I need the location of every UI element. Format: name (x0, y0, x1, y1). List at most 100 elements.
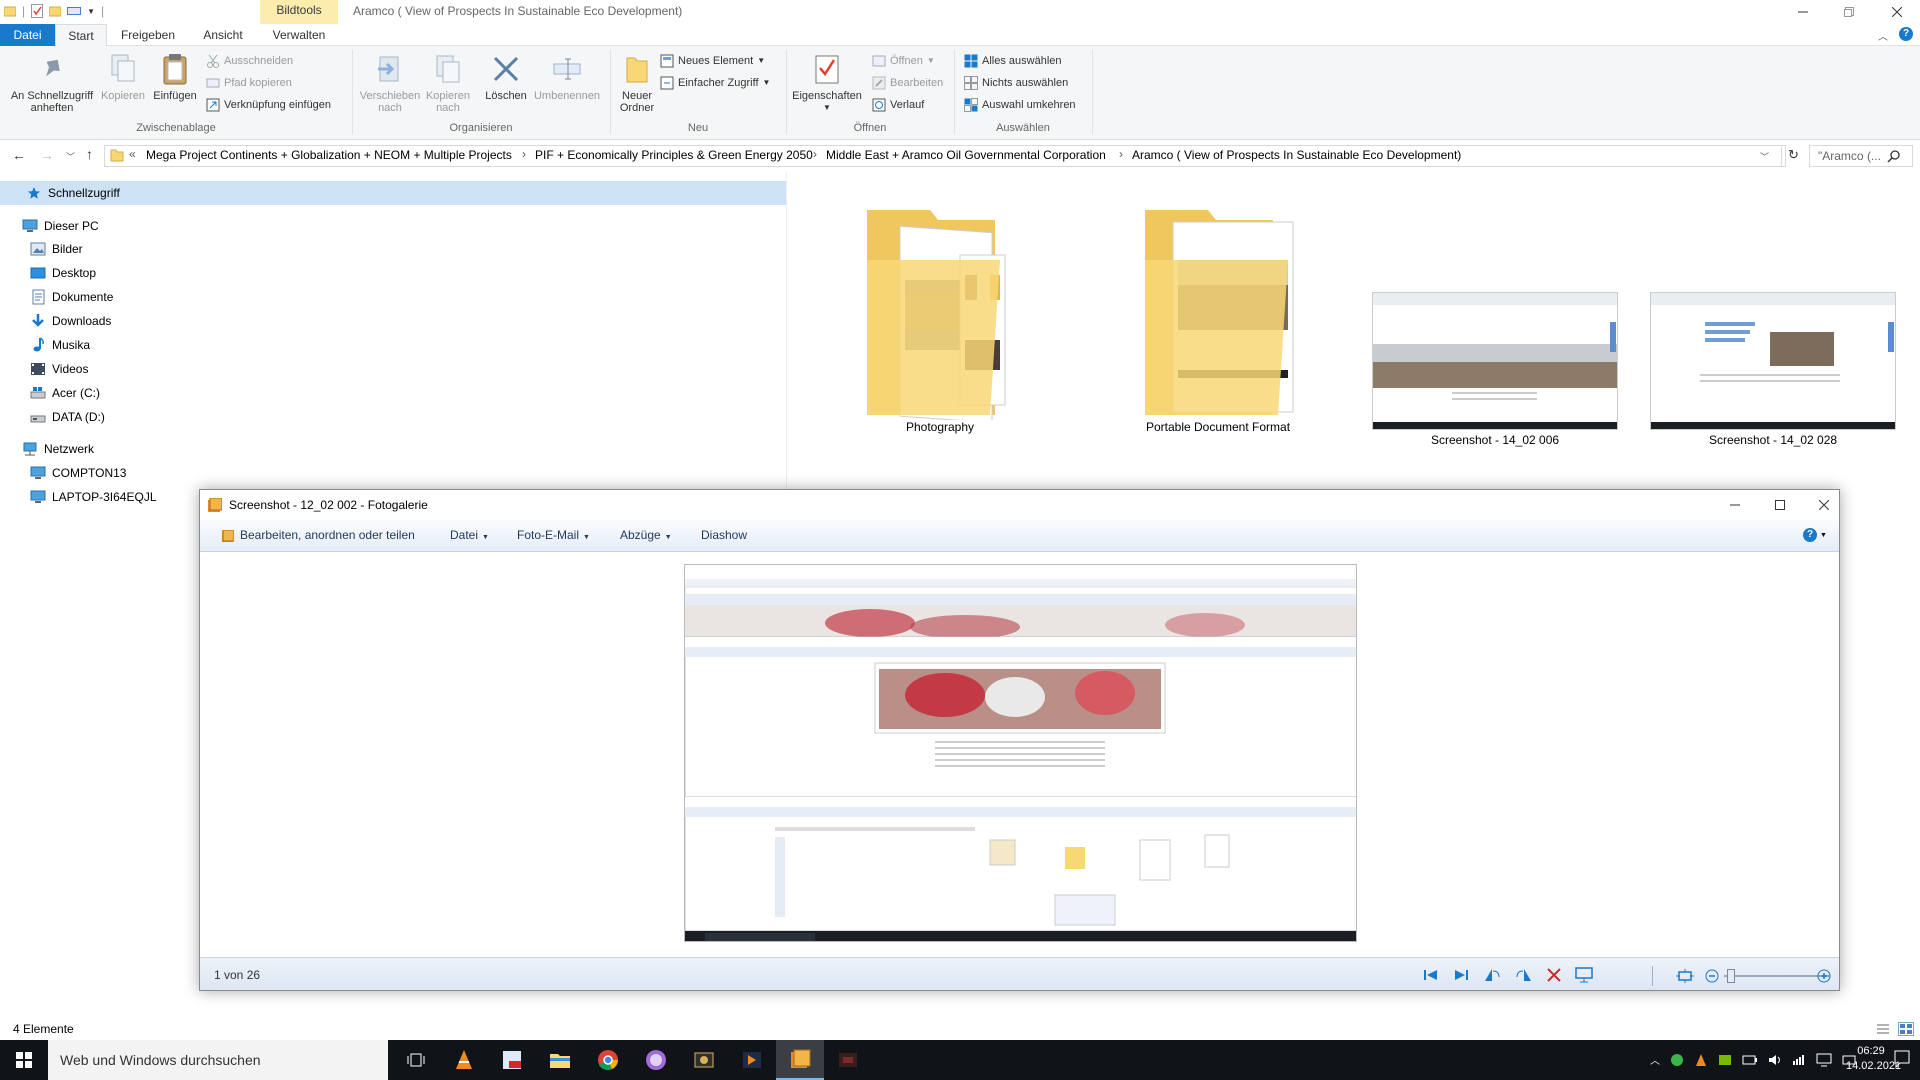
close-button[interactable] (1874, 0, 1920, 24)
network-status-icon[interactable] (1792, 1053, 1806, 1067)
breadcrumb-item[interactable]: Mega Project Continents + Globalization … (146, 148, 512, 162)
nav-item-drive-d[interactable]: DATA (D:) (30, 406, 105, 428)
select-all-button[interactable]: Alles auswählen (964, 52, 1062, 70)
forward-arrow-icon[interactable]: → (40, 147, 54, 163)
breadcrumb-separator-icon[interactable]: › (522, 147, 526, 161)
taskbar-app-xbox[interactable] (824, 1040, 872, 1080)
next-icon[interactable] (1453, 968, 1469, 982)
zoom-out-icon[interactable] (1705, 969, 1719, 983)
nav-item-desktop[interactable]: Desktop (30, 262, 96, 284)
folder-item[interactable]: Portable Document Format (1108, 200, 1328, 434)
taskbar-app-explorer[interactable] (536, 1040, 584, 1080)
taskbar-app-pdf[interactable] (488, 1040, 536, 1080)
up-arrow-icon[interactable]: ↑ (86, 146, 93, 162)
tab-freigeben[interactable]: Freigeben (112, 24, 184, 46)
collapse-ribbon-icon[interactable]: ︿ (1878, 28, 1888, 43)
clock[interactable]: 06:29 14.02.2021 (1846, 1044, 1901, 1074)
cut-button[interactable]: Ausschneiden (206, 52, 293, 70)
battery-icon[interactable] (1742, 1054, 1758, 1066)
task-view-button[interactable] (392, 1040, 440, 1080)
file-menu-button[interactable]: Datei ▼ (450, 528, 489, 542)
slideshow-icon[interactable] (1575, 967, 1593, 983)
gallery-help-button[interactable]: ? ▼ (1803, 528, 1827, 542)
breadcrumb-overflow[interactable]: « (129, 147, 136, 161)
paste-shortcut-button[interactable]: Verknüpfung einfügen (206, 96, 331, 114)
volume-icon[interactable] (1768, 1053, 1782, 1067)
properties-icon[interactable] (31, 4, 44, 18)
nav-item-network-computer[interactable]: LAPTOP-3I64EQJL (30, 486, 157, 508)
nav-item-network-computer[interactable]: COMPTON13 (30, 462, 126, 484)
tab-datei[interactable]: Datei (0, 24, 55, 46)
nav-item-this-pc[interactable]: Dieser PC (22, 215, 99, 237)
nav-item-music[interactable]: Musika (30, 334, 90, 356)
file-item[interactable]: Screenshot - 14_02 006 (1370, 292, 1620, 447)
vlc-tray-icon[interactable] (1694, 1053, 1708, 1067)
back-arrow-icon[interactable]: ← (12, 147, 26, 163)
recent-locations-chevron-icon[interactable]: ﹀ (66, 150, 75, 163)
pane-splitter[interactable] (786, 172, 787, 492)
nav-item-drive-c[interactable]: Acer (C:) (30, 382, 100, 404)
history-button[interactable]: Verlauf (872, 96, 924, 114)
address-dropdown-chevron-icon[interactable]: ﹀ (1760, 150, 1769, 163)
breadcrumb-item[interactable]: Middle East + Aramco Oil Governmental Co… (826, 148, 1106, 162)
maximize-button[interactable] (1826, 0, 1872, 24)
edit-organize-share-button[interactable]: Bearbeiten, anordnen oder teilen (222, 528, 415, 542)
rotate-left-icon[interactable] (1483, 967, 1501, 983)
security-shield-icon[interactable] (1670, 1053, 1684, 1067)
taskbar-app-photos[interactable] (680, 1040, 728, 1080)
copy-button[interactable]: Kopieren (98, 52, 148, 102)
delete-button[interactable]: Löschen (478, 52, 534, 102)
nvidia-icon[interactable] (1718, 1053, 1732, 1067)
nav-item-documents[interactable]: Dokumente (30, 286, 113, 308)
action-center-icon[interactable] (1894, 1050, 1910, 1068)
previous-icon[interactable] (1423, 968, 1439, 982)
tray-overflow-chevron-icon[interactable]: ︿ (1650, 1052, 1660, 1067)
refresh-icon[interactable]: ↻ (1781, 147, 1805, 167)
edit-button[interactable]: Bearbeiten (872, 74, 943, 92)
large-icons-view-icon[interactable] (1898, 1022, 1914, 1036)
help-icon[interactable]: ? (1899, 27, 1913, 41)
gallery-close-button[interactable] (1809, 496, 1839, 514)
taskbar-app-chrome[interactable] (584, 1040, 632, 1080)
minimize-button[interactable] (1780, 0, 1826, 24)
copy-to-button[interactable]: Kopieren nach (420, 52, 476, 114)
chevron-down-icon[interactable]: ▼ (87, 7, 95, 16)
fit-to-window-icon[interactable] (1676, 969, 1694, 983)
zoom-slider-track[interactable] (1724, 975, 1830, 977)
taskbar-app-media[interactable] (728, 1040, 776, 1080)
rotate-right-icon[interactable] (1515, 967, 1533, 983)
taskbar-search-input[interactable]: Web und Windows durchsuchen (48, 1040, 388, 1080)
properties-button[interactable]: Eigenschaften ▼ (790, 52, 864, 114)
pin-quick-access-button[interactable]: An Schnellzugriff anheften (4, 52, 100, 114)
taskbar-app-photo-gallery[interactable] (776, 1040, 824, 1080)
folder-item[interactable]: Photography (830, 200, 1050, 434)
invert-selection-button[interactable]: Auswahl umkehren (964, 96, 1076, 114)
slideshow-button[interactable]: Diashow (701, 528, 747, 542)
taskbar-app-browser[interactable] (632, 1040, 680, 1080)
breadcrumb-separator-icon[interactable]: › (813, 147, 817, 161)
details-view-icon[interactable] (1876, 1023, 1890, 1035)
zoom-slider-thumb[interactable] (1727, 969, 1735, 983)
nav-item-downloads[interactable]: Downloads (30, 310, 111, 332)
rename-icon[interactable] (67, 5, 82, 17)
paste-button[interactable]: Einfügen (150, 52, 200, 102)
rename-button[interactable]: Umbenennen (530, 52, 604, 102)
move-to-button[interactable]: Verschieben nach (356, 52, 424, 114)
nav-item-videos[interactable]: Videos (30, 358, 88, 380)
file-item[interactable]: Screenshot - 14_02 028 (1648, 292, 1898, 447)
display-icon[interactable] (1816, 1053, 1832, 1067)
tab-start[interactable]: Start (55, 24, 107, 47)
copy-path-button[interactable]: Pfad kopieren (206, 74, 292, 92)
zoom-in-icon[interactable] (1817, 969, 1831, 983)
new-item-button[interactable]: Neues Element ▼ (660, 52, 765, 70)
breadcrumb-item[interactable]: Aramco ( View of Prospects In Sustainabl… (1132, 148, 1461, 162)
open-button[interactable]: Öffnen ▼ (872, 52, 935, 70)
new-folder-icon[interactable] (49, 5, 62, 17)
breadcrumb-separator-icon[interactable]: › (1119, 147, 1123, 161)
gallery-maximize-button[interactable] (1765, 496, 1795, 514)
breadcrumb-item[interactable]: PIF + Economically Principles & Green En… (535, 148, 813, 162)
nav-item-quick-access[interactable]: Schnellzugriff (0, 181, 786, 205)
start-button[interactable] (0, 1040, 48, 1080)
taskbar-app-vlc[interactable] (440, 1040, 488, 1080)
easy-access-button[interactable]: Einfacher Zugriff ▼ (660, 74, 770, 92)
